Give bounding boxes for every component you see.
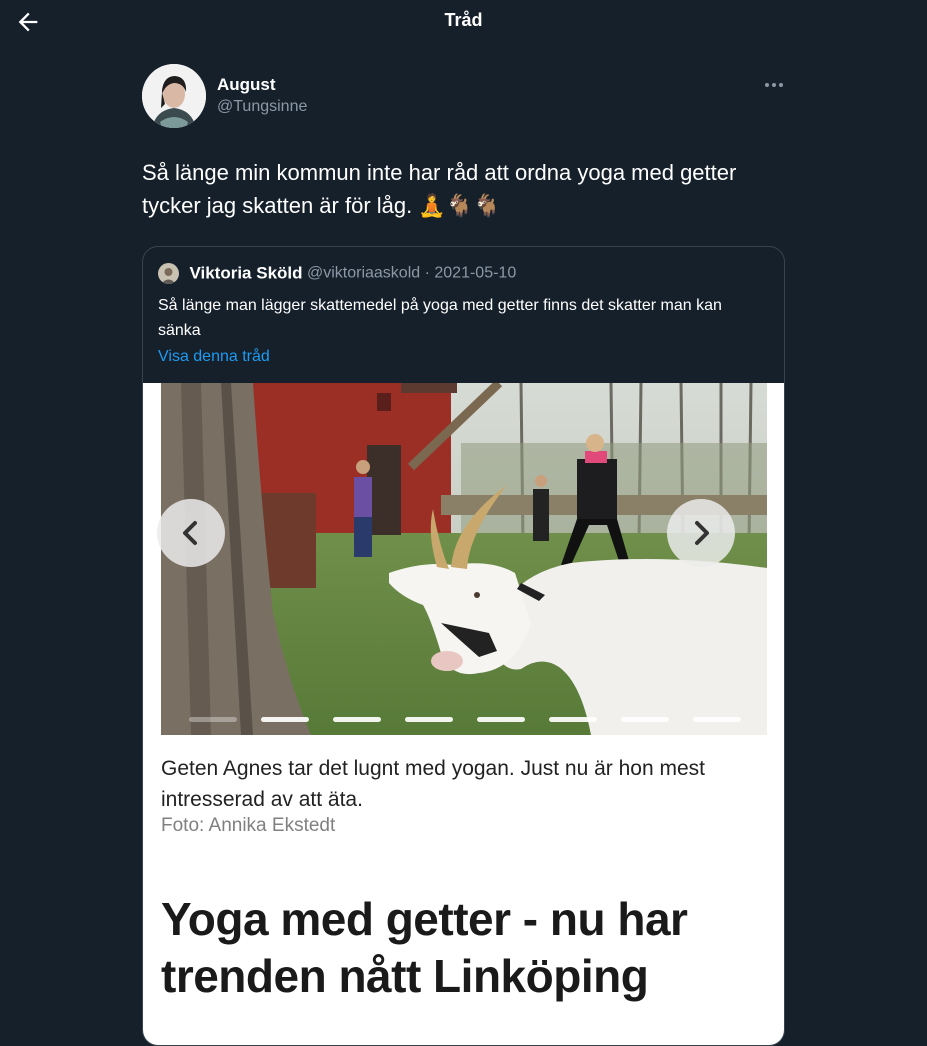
carousel-dot[interactable] bbox=[261, 717, 309, 722]
carousel-dot[interactable] bbox=[621, 717, 669, 722]
quote-separator: · bbox=[424, 264, 430, 282]
quote-tweet-card[interactable]: Viktoria Sköld @viktoriaaskold · 2021-05… bbox=[142, 246, 785, 1046]
author-handle[interactable]: @Tungsinne bbox=[217, 98, 307, 116]
avatar[interactable] bbox=[142, 64, 206, 128]
carousel-indicators bbox=[189, 717, 741, 722]
carousel-dot[interactable] bbox=[189, 717, 237, 722]
carousel-dot[interactable] bbox=[549, 717, 597, 722]
carousel-dot[interactable] bbox=[477, 717, 525, 722]
photo-caption: Geten Agnes tar det lugnt med yogan. Jus… bbox=[161, 757, 706, 811]
quote-text: Så länge man lägger skattemedel på yoga … bbox=[158, 297, 722, 339]
carousel-dot[interactable] bbox=[405, 717, 453, 722]
carousel-prev-button[interactable] bbox=[157, 499, 225, 567]
carousel-next-button[interactable] bbox=[667, 499, 735, 567]
chevron-right-icon bbox=[695, 521, 709, 545]
tweet-text: Så länge min kommun inte har råd att ord… bbox=[142, 160, 737, 218]
article-headline[interactable]: Yoga med getter - nu har trenden nått Li… bbox=[161, 891, 771, 1005]
article-preview[interactable]: Geten Agnes tar det lugnt med yogan. Jus… bbox=[143, 383, 784, 1045]
quote-date: 2021-05-10 bbox=[434, 264, 517, 282]
more-horizontal-icon bbox=[765, 83, 783, 87]
quote-author-handle: @viktoriaaskold bbox=[306, 264, 421, 282]
more-button[interactable] bbox=[762, 76, 788, 94]
quote-avatar bbox=[158, 263, 179, 284]
carousel-dot[interactable] bbox=[693, 717, 741, 722]
show-thread-link[interactable]: Visa denna tråd bbox=[158, 348, 270, 366]
quote-author-name: Viktoria Sköld bbox=[189, 263, 303, 283]
photo-credit: Foto: Annika Ekstedt bbox=[161, 815, 336, 836]
carousel-dot[interactable] bbox=[333, 717, 381, 722]
author-name[interactable]: August bbox=[217, 75, 276, 95]
top-bar: Tråd bbox=[0, 0, 927, 42]
page-title: Tråd bbox=[444, 10, 483, 30]
quote-header: Viktoria Sköld @viktoriaaskold · 2021-05… bbox=[158, 263, 516, 285]
chevron-left-icon bbox=[183, 521, 197, 545]
